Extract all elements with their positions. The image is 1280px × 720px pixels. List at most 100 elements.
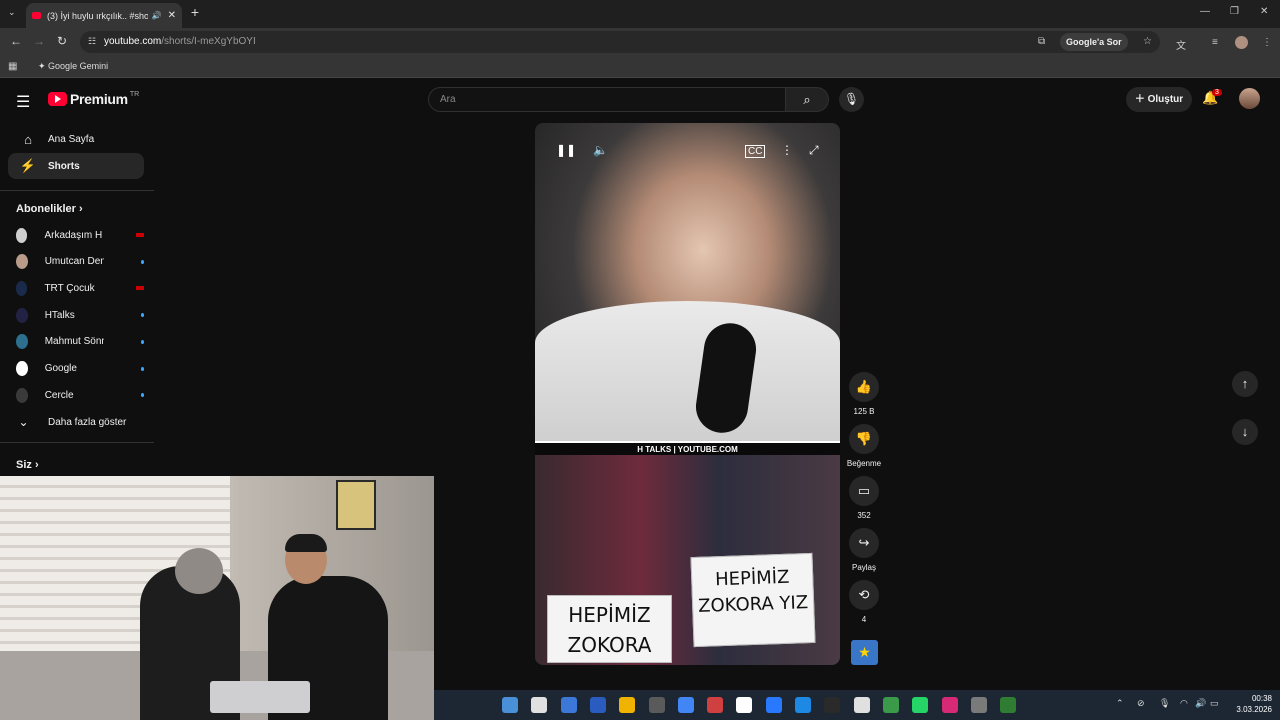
address-bar[interactable]: ☷ youtube.com/shorts/I-meXgYbOYI ⧉ Googl…: [80, 31, 1160, 53]
account-avatar[interactable]: [1239, 88, 1260, 109]
subscription-item[interactable]: TRT Çocuk: [16, 278, 144, 298]
subscription-item[interactable]: Arkadaşım Hoşg...: [16, 225, 144, 245]
subscription-item[interactable]: Google: [16, 359, 144, 379]
network-off-icon[interactable]: ⊘: [1137, 698, 1145, 709]
volume-tray-icon[interactable]: 🔊: [1195, 698, 1206, 709]
more-options-icon[interactable]: ⋮: [781, 143, 793, 157]
clock-time: 00:38: [1251, 694, 1272, 703]
taskbar-app-icon[interactable]: [707, 697, 724, 713]
google-sor-button[interactable]: Google'a Sor: [1060, 33, 1128, 51]
close-window-icon[interactable]: ✕: [1260, 6, 1268, 17]
star-icon[interactable]: ☆: [1143, 36, 1152, 47]
taskbar-app-icon[interactable]: [882, 697, 899, 713]
subscriptions-header[interactable]: Abonelikler ›: [16, 203, 83, 215]
create-button[interactable]: ＋ Oluştur: [1126, 87, 1192, 112]
taskbar-app-icon[interactable]: [560, 697, 577, 713]
remix-icon[interactable]: ⟲: [849, 580, 879, 610]
channel-name: Cercle: [44, 389, 74, 401]
video-upper-frame: ❚❚ 🔈 CC ⋮ ⤢: [535, 123, 840, 441]
taskbar-app-icon[interactable]: [531, 697, 548, 713]
sidebar-item-shorts[interactable]: ⚡ Shorts: [8, 153, 144, 179]
next-short-button[interactable]: ↓: [1232, 419, 1258, 445]
speaker-icon[interactable]: 🔊: [152, 11, 162, 20]
comment-icon[interactable]: ▭: [849, 476, 879, 506]
share-icon[interactable]: ↪: [849, 528, 879, 558]
fullscreen-icon[interactable]: ⤢: [809, 143, 819, 158]
volume-icon[interactable]: 🔈: [593, 143, 608, 157]
taskbar-app-icon[interactable]: [941, 697, 958, 713]
taskbar-app-icon[interactable]: [853, 697, 870, 713]
taskbar-app-icon[interactable]: [795, 697, 811, 713]
taskbar-app-icon[interactable]: [736, 697, 753, 713]
taskbar-app-icon[interactable]: [912, 697, 929, 713]
short-video-player[interactable]: ❚❚ 🔈 CC ⋮ ⤢ H TALKS | YOUTUBE.COM HEPİMİ…: [535, 123, 840, 665]
taskbar-app-icon[interactable]: [589, 697, 606, 713]
battery-icon[interactable]: ▭: [1210, 698, 1219, 709]
bookmark-gemini[interactable]: ✦ Google Gemini: [38, 61, 108, 72]
search-input[interactable]: Ara: [428, 87, 786, 112]
live-indicator: [136, 286, 144, 291]
sidebar-item-home[interactable]: ⌂ Ana Sayfa: [8, 126, 144, 152]
site-info-icon[interactable]: ☷: [88, 36, 96, 47]
tab-search-icon[interactable]: ⌄: [8, 7, 16, 18]
browser-tab-strip: ⌄ (3) İyi huylu ırkçılık.. #shorts 🔊 ✕ +…: [0, 0, 1280, 28]
you-header[interactable]: Siz ›: [16, 459, 39, 471]
like-action[interactable]: 👍 125 B: [848, 372, 880, 416]
share-label: Paylaş: [851, 563, 876, 572]
media-icon[interactable]: ≡: [1212, 37, 1218, 48]
translate-icon[interactable]: 文: [1176, 37, 1186, 52]
browser-tab-active[interactable]: (3) İyi huylu ırkçılık.. #shorts 🔊 ✕: [26, 3, 182, 28]
taskbar-app-icon[interactable]: [970, 697, 987, 713]
back-icon[interactable]: ←: [10, 34, 22, 48]
taskbar-app-icon[interactable]: [824, 697, 841, 713]
restore-icon[interactable]: ❐: [1230, 6, 1239, 17]
youtube-premium-logo[interactable]: Premium TR: [48, 91, 139, 107]
apps-icon[interactable]: ▦: [8, 61, 17, 72]
cast-icon[interactable]: ⧉: [1038, 36, 1045, 47]
voice-search-button[interactable]: 🎙: [839, 87, 864, 112]
comments-action[interactable]: ▭ 352: [848, 476, 880, 520]
dislike-label: Beğenme: [846, 459, 882, 468]
wifi-icon[interactable]: ◠: [1180, 698, 1188, 709]
tray-chevron-icon[interactable]: ⌃: [1116, 698, 1124, 709]
taskbar-app-icon[interactable]: [1000, 697, 1017, 713]
remix-action[interactable]: ⟲ 4: [848, 580, 880, 624]
channel-avatar: [16, 280, 28, 296]
sidebar-item-label: Shorts: [48, 160, 80, 172]
previous-short-button[interactable]: ↑: [1232, 371, 1258, 397]
search-icon: ⌕: [803, 92, 811, 107]
reload-icon[interactable]: ↻: [57, 34, 67, 48]
minimize-icon[interactable]: —: [1200, 6, 1210, 17]
channel-avatar: [16, 254, 28, 270]
thumbs-down-icon[interactable]: 👎: [849, 424, 879, 454]
thumbs-up-icon[interactable]: 👍: [849, 372, 879, 402]
profile-icon[interactable]: [1235, 36, 1248, 49]
subscription-item[interactable]: Umutcan Deniz İl...: [16, 252, 144, 272]
channel-avatar: [16, 307, 28, 323]
dislike-action[interactable]: 👎 Beğenme: [843, 424, 885, 468]
protest-sign-left: HEPİMİZ ZOKORA: [547, 595, 672, 663]
captions-icon[interactable]: CC: [745, 145, 766, 158]
live-indicator: [136, 233, 144, 237]
more-icon[interactable]: ⋮: [1262, 37, 1272, 48]
close-tab-icon[interactable]: ✕: [168, 10, 176, 21]
mic-tray-icon[interactable]: 🎙: [1159, 698, 1170, 709]
taskbar-app-icon[interactable]: [619, 697, 636, 713]
pause-icon[interactable]: ❚❚: [556, 143, 576, 157]
taskbar-clock[interactable]: 00:38 3.03.2026: [1228, 693, 1272, 715]
subscription-item[interactable]: HTalks: [16, 305, 144, 325]
browser-toolbar: ← → ↻ ☷ youtube.com/shorts/I-meXgYbOYI ⧉…: [0, 28, 1280, 56]
taskbar-app-icon[interactable]: [502, 697, 518, 713]
taskbar-app-icon[interactable]: [648, 697, 665, 713]
show-more-button[interactable]: ⌄ Daha fazla göster: [16, 412, 144, 432]
taskbar-app-icon[interactable]: [765, 697, 782, 713]
subscription-item[interactable]: Mahmut Sönmez: [16, 332, 144, 352]
search-button[interactable]: ⌕: [785, 87, 829, 112]
share-action[interactable]: ↪ Paylaş: [848, 528, 880, 572]
taskbar-app-icon[interactable]: [677, 697, 694, 713]
forward-icon[interactable]: →: [33, 34, 45, 48]
sound-thumbnail[interactable]: ★: [851, 640, 878, 665]
subscription-item[interactable]: Cercle: [16, 385, 144, 405]
new-tab-button[interactable]: +: [187, 5, 203, 21]
hamburger-menu-icon[interactable]: ☰: [16, 92, 30, 112]
